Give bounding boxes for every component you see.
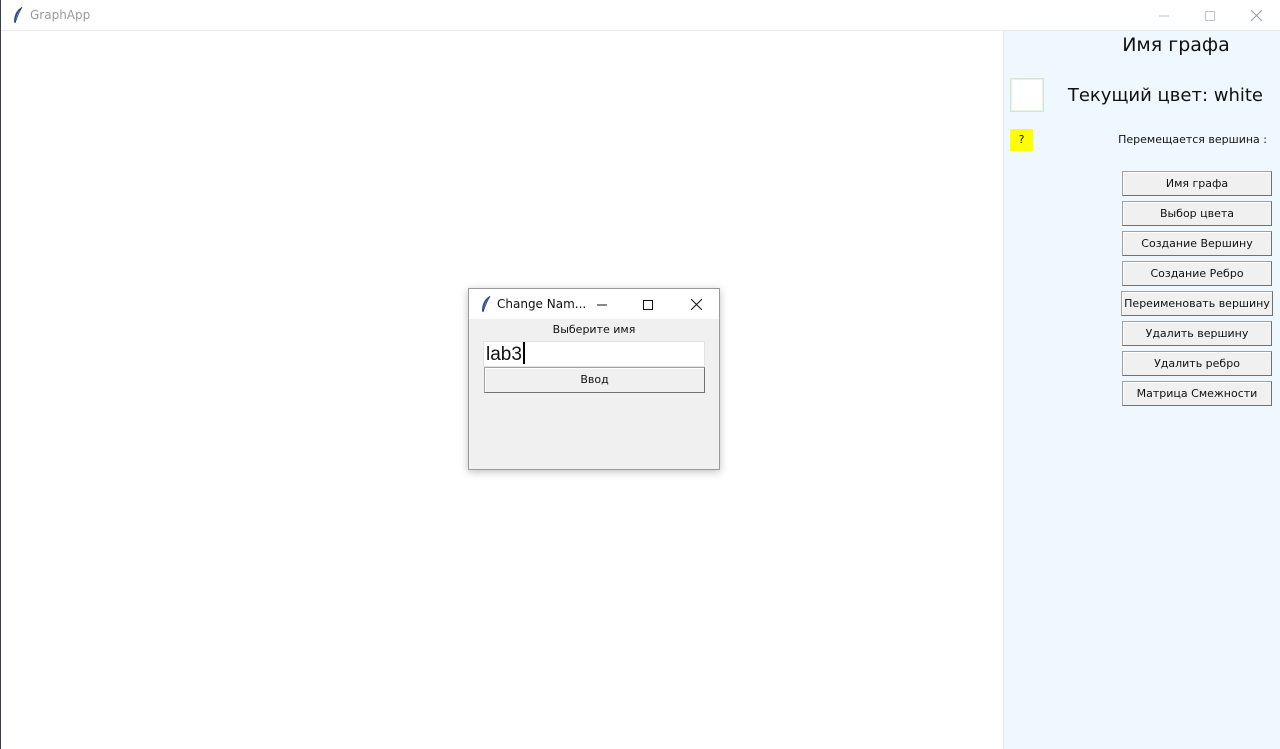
minimize-icon xyxy=(1159,11,1169,21)
window-title: GraphApp xyxy=(30,8,91,22)
create-vertex-button[interactable]: Создание Вершину xyxy=(1122,231,1272,256)
maximize-button[interactable] xyxy=(1187,0,1233,31)
text-caret xyxy=(522,342,525,364)
side-panel: Имя графа Текущий цвет: white ? Перемеща… xyxy=(1003,31,1280,749)
close-button[interactable] xyxy=(1233,0,1279,31)
dialog-close-button[interactable] xyxy=(673,289,719,319)
dialog-title-bar: Change Nam... xyxy=(469,289,719,319)
title-bar: GraphApp xyxy=(1,0,1280,31)
minimize-button[interactable] xyxy=(1141,0,1187,31)
change-name-dialog: Change Nam... Выберите имя lab3 Ввод xyxy=(468,288,720,470)
name-input-value: lab3 xyxy=(486,344,522,365)
current-color-label: Текущий цвет: white xyxy=(1067,85,1263,106)
moving-vertex-label: Перемещается вершина : xyxy=(1118,133,1267,146)
maximize-icon xyxy=(1205,10,1215,21)
minimize-icon xyxy=(597,295,607,314)
feather-icon xyxy=(12,6,24,24)
choose-color-button[interactable]: Выбор цвета xyxy=(1122,201,1272,226)
graph-name-button[interactable]: Имя графа xyxy=(1122,171,1272,196)
dialog-title: Change Nam... xyxy=(497,297,587,311)
moving-vertex-badge: ? xyxy=(1010,129,1033,151)
delete-vertex-button[interactable]: Удалить вершину xyxy=(1122,321,1272,346)
close-icon xyxy=(690,295,702,314)
feather-icon xyxy=(480,295,492,313)
color-swatch xyxy=(1010,78,1044,112)
adjacency-matrix-button[interactable]: Матрица Смежности xyxy=(1122,381,1272,406)
close-icon xyxy=(1250,10,1262,21)
delete-edge-button[interactable]: Удалить ребро xyxy=(1122,351,1272,376)
dialog-maximize-button[interactable] xyxy=(625,289,671,319)
dialog-prompt: Выберите имя xyxy=(552,323,636,336)
graph-name-label: Имя графа xyxy=(1122,34,1230,56)
maximize-icon xyxy=(643,295,653,314)
submit-button[interactable]: Ввод xyxy=(484,367,705,393)
name-input[interactable]: lab3 xyxy=(483,341,705,367)
dialog-minimize-button[interactable] xyxy=(579,289,625,319)
rename-vertex-button[interactable]: Переименовать вершину xyxy=(1121,291,1273,316)
create-edge-button[interactable]: Создание Ребро xyxy=(1122,261,1272,286)
